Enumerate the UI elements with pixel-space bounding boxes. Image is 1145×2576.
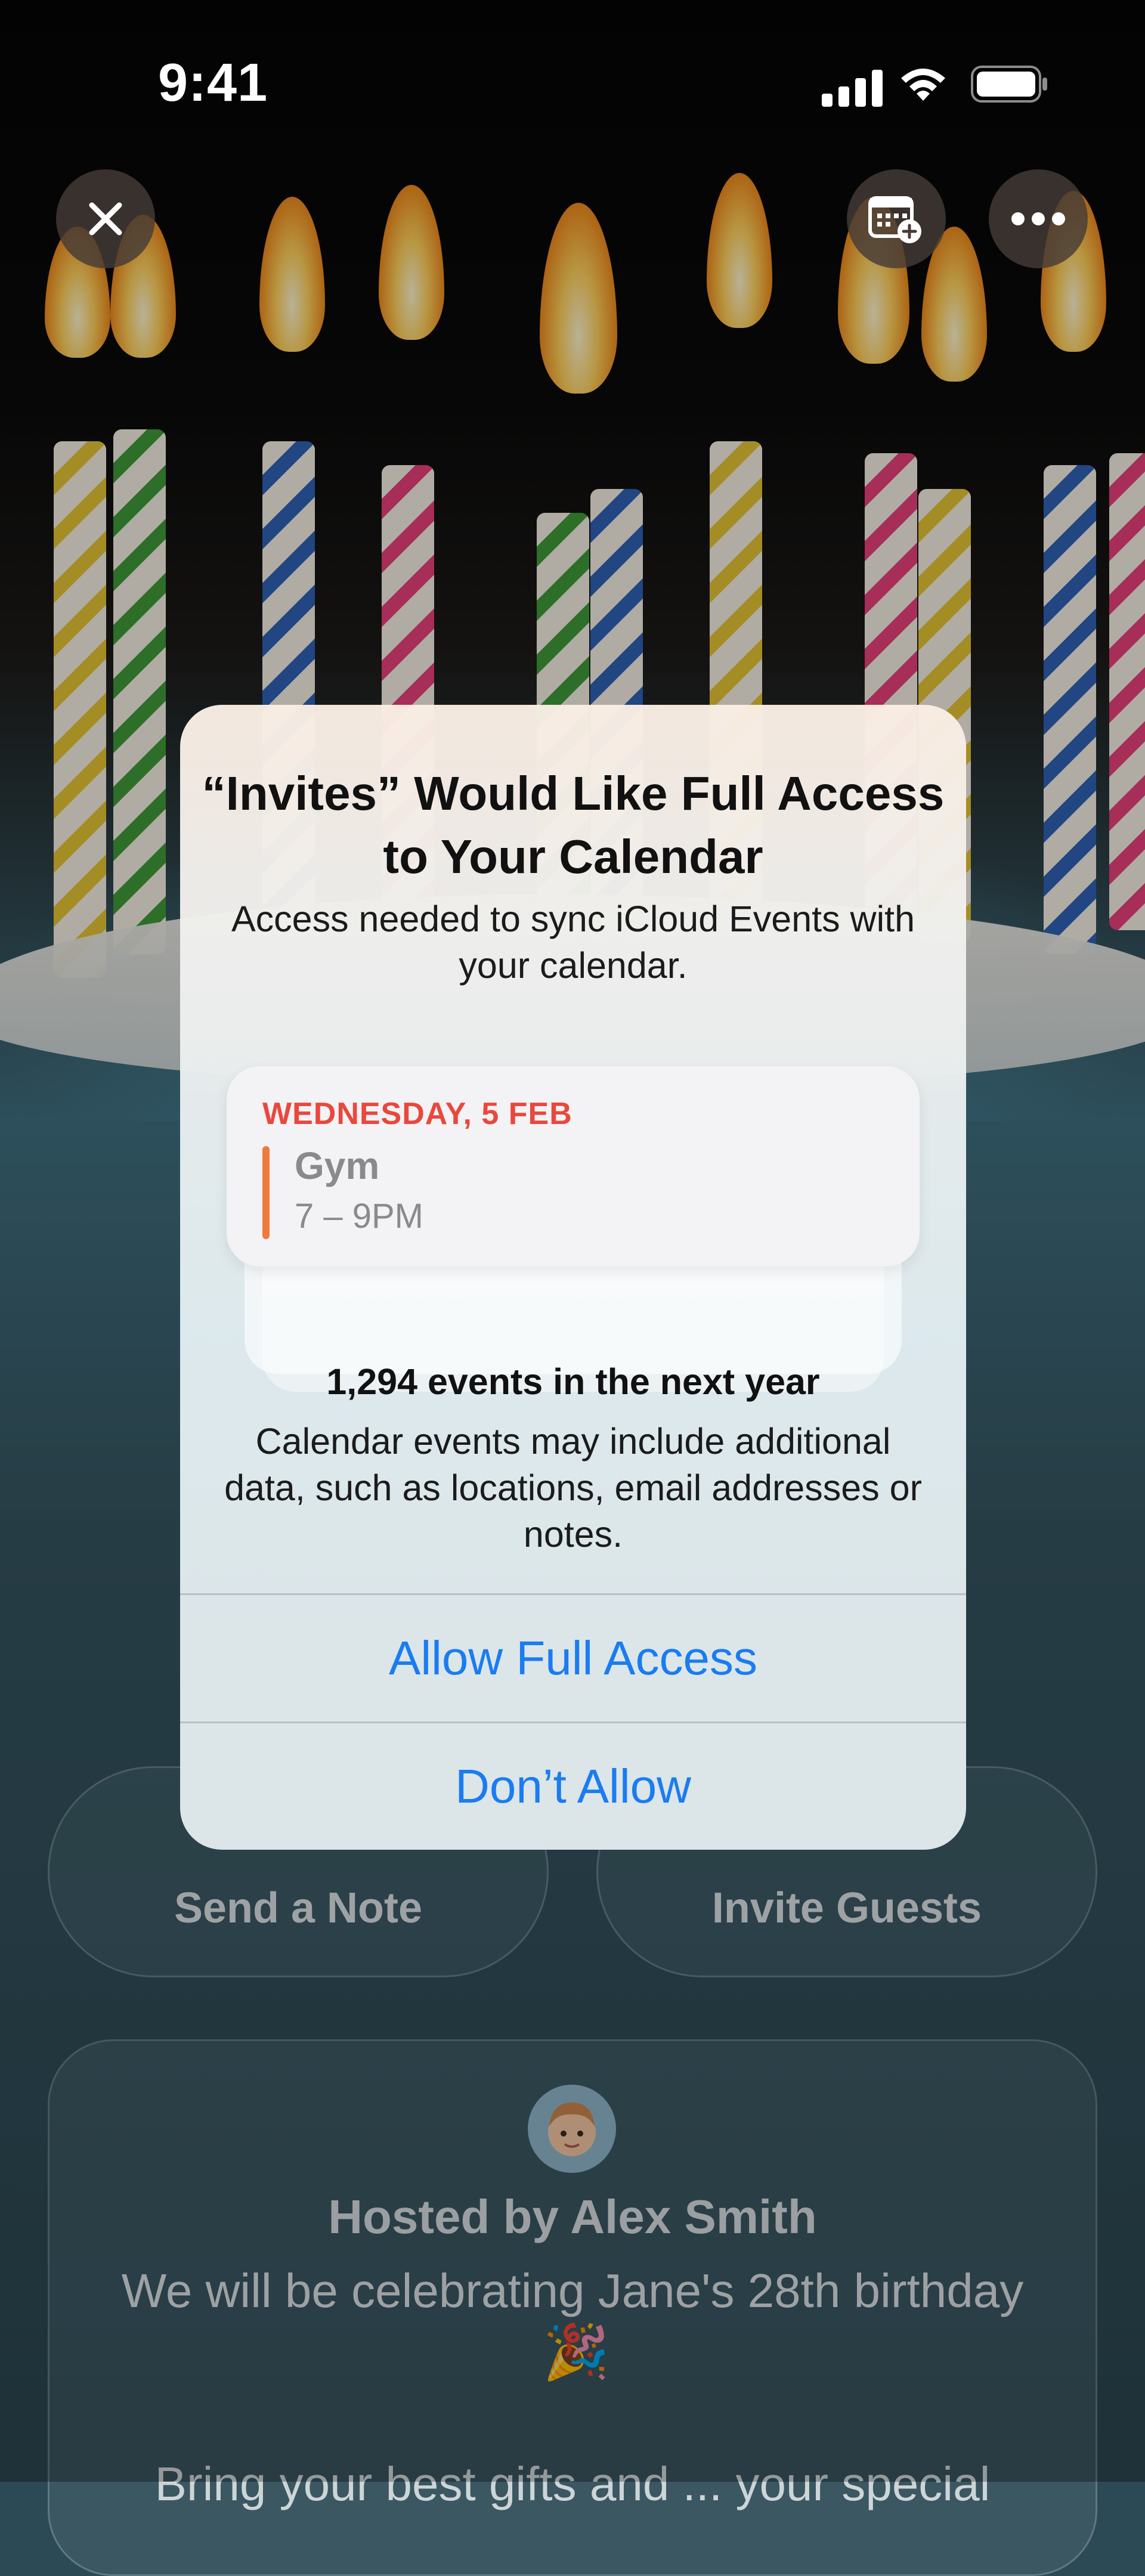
preview-event-time: 7 – 9PM xyxy=(295,1197,423,1236)
calendar-permission-alert: “Invites” Would Like Full Access to Your… xyxy=(180,705,966,1850)
add-to-calendar-button[interactable] xyxy=(847,169,946,268)
preview-event-title: Gym xyxy=(295,1144,380,1187)
close-icon xyxy=(89,202,122,236)
alert-note: Calendar events may include additional d… xyxy=(224,1421,922,1555)
events-count: 1,294 events in the next year xyxy=(326,1361,820,1402)
alert-title: “Invites” Would Like Full Access to Your… xyxy=(202,767,945,883)
calendar-add-icon xyxy=(868,196,921,243)
calendar-preview-card: WEDNESDAY, 5 FEB Gym 7 – 9PM xyxy=(227,1066,920,1267)
more-icon xyxy=(1011,212,1065,225)
alert-message: Access needed to sync iCloud Events with… xyxy=(231,899,915,986)
wifi-icon xyxy=(901,69,945,101)
more-button[interactable] xyxy=(989,169,1088,268)
allow-full-access-button[interactable]: Allow Full Access xyxy=(180,1595,966,1722)
close-button[interactable] xyxy=(56,169,155,268)
battery-icon xyxy=(971,66,1047,103)
status-bar: 9:41 xyxy=(0,0,1145,119)
status-time: 9:41 xyxy=(158,53,268,113)
dont-allow-button[interactable]: Don’t Allow xyxy=(180,1723,966,1850)
preview-date: WEDNESDAY, 5 FEB xyxy=(262,1097,572,1131)
cellular-signal-icon xyxy=(822,70,883,107)
event-color-bar xyxy=(262,1146,270,1239)
